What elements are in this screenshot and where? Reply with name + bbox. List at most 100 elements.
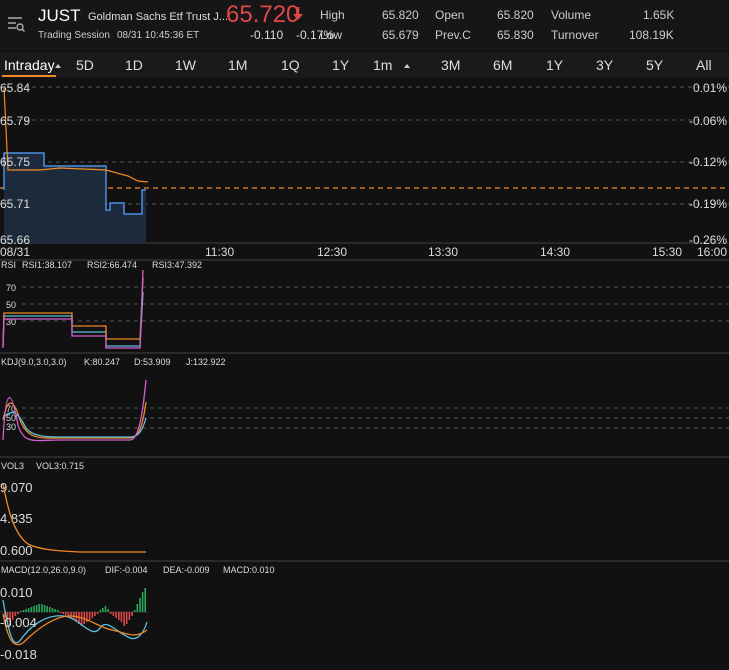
tab-5y[interactable]: 5Y <box>646 57 663 73</box>
menu-icon[interactable] <box>6 14 26 34</box>
time-label-3: 12:30 <box>317 245 347 259</box>
dropdown-triangle-icon-2[interactable] <box>404 64 410 68</box>
macd-bar <box>125 612 128 624</box>
kdj-level-30: 30 <box>6 422 16 432</box>
macd-bar <box>41 604 43 612</box>
session-label: Trading Session <box>38 30 110 41</box>
tab-all[interactable]: All <box>696 57 712 73</box>
period-tabs: Intraday 5D 1D 1W 1M 1Q 1Y 1m 3M 6M 1Y 3… <box>0 52 729 78</box>
rsi-grid <box>22 286 729 322</box>
stat-label-low: Low <box>320 28 343 42</box>
macd-title: MACD(12.0,26.0,9.0) <box>1 565 86 575</box>
macd-bar <box>112 612 115 616</box>
tab-3m[interactable]: 3M <box>441 57 460 73</box>
macd-bar <box>17 612 19 614</box>
tab-3y[interactable]: 3Y <box>596 57 613 73</box>
tab-1q[interactable]: 1Q <box>281 57 300 73</box>
time-label-4: 13:30 <box>428 245 458 259</box>
price-label-1: 65.84 <box>0 81 30 95</box>
rsi3-line <box>2 269 144 349</box>
vol-value: VOL3:0.715 <box>36 461 84 471</box>
stat-value-open: 65.820 <box>497 8 534 22</box>
price-label-4: 65.71 <box>0 197 30 211</box>
time-label-7: 16:00 <box>697 245 727 259</box>
stat-label-turnover: Turnover <box>551 28 599 42</box>
pct-label-1: 0.01% <box>693 81 727 95</box>
macd-bar <box>131 612 133 616</box>
kdj-grid <box>22 407 729 429</box>
macd-bar <box>62 612 64 614</box>
kdj-j-line <box>2 379 147 442</box>
kdj-title: KDJ(9.0,3.0,3.0) <box>1 357 67 367</box>
price-label-2: 65.79 <box>0 114 30 128</box>
pct-label-4: -0.19% <box>689 197 727 211</box>
macd-bar <box>64 612 67 615</box>
kdj-d-value: D:53.909 <box>134 357 171 367</box>
macd-bar <box>30 607 33 612</box>
tab-1min[interactable]: 1m <box>373 57 392 73</box>
down-arrow-icon <box>292 7 304 26</box>
vol-title: VOL3 <box>1 461 24 471</box>
chart-svg[interactable]: 65.84 65.79 65.75 65.71 65.66 0.01% -0.0… <box>0 78 729 665</box>
macd-bar <box>33 606 35 612</box>
dropdown-triangle-icon[interactable] <box>55 64 61 68</box>
stat-label-open: Open <box>435 8 465 22</box>
tab-1y[interactable]: 1Y <box>332 57 349 73</box>
macd-bar <box>49 607 51 612</box>
stat-value-low: 65.679 <box>382 28 419 42</box>
stat-label-volume: Volume <box>551 8 592 22</box>
tab-intraday[interactable]: Intraday <box>4 57 55 73</box>
macd-bar <box>91 612 94 618</box>
macd-dea-value: DEA:-0.009 <box>163 565 210 575</box>
chart-area[interactable]: 65.84 65.79 65.75 65.71 65.66 0.01% -0.0… <box>0 78 729 665</box>
macd-bar <box>38 604 40 612</box>
macd-bar <box>115 612 117 618</box>
macd-bar <box>46 606 48 612</box>
time-label-1: 08/31 <box>0 245 30 259</box>
time-label-2: 11:30 <box>205 245 234 259</box>
macd-dif-value: DIF:-0.004 <box>105 565 148 575</box>
macd-bar <box>120 612 123 622</box>
tab-5d[interactable]: 5D <box>76 57 94 73</box>
time-label-6: 15:30 <box>652 245 682 259</box>
rsi3-value: RSI3:47.392 <box>152 260 202 270</box>
tab-1d[interactable]: 1D <box>125 57 143 73</box>
tab-1w[interactable]: 1W <box>175 57 196 73</box>
stat-value-high: 65.820 <box>382 8 419 22</box>
macd-bar <box>96 612 99 614</box>
macd-level-mid: -0.004 <box>0 615 37 630</box>
macd-macd-value: MACD:0.010 <box>223 565 275 575</box>
rsi-title: RSI <box>1 260 16 270</box>
macd-bar <box>141 592 144 612</box>
rsi2-value: RSI2:66.474 <box>87 260 137 270</box>
rsi-level-70: 70 <box>6 283 16 293</box>
time-label-5: 14:30 <box>540 245 570 259</box>
stat-value-turnover: 108.19K <box>629 28 674 42</box>
tab-6m[interactable]: 6M <box>493 57 512 73</box>
macd-bar <box>144 588 146 612</box>
kdj-k-line <box>2 401 147 439</box>
macd-bar <box>133 610 136 612</box>
kdj-d-line <box>2 411 147 438</box>
macd-bar <box>51 608 54 612</box>
security-name: Goldman Sachs Etf Trust J... <box>88 11 228 23</box>
kdj-j-value: J:132.922 <box>186 357 226 367</box>
stat-value-volume: 1.65K <box>643 8 675 22</box>
macd-bar <box>57 610 59 612</box>
tab-1m[interactable]: 1M <box>228 57 247 73</box>
kdj-k-value: K:80.247 <box>84 357 120 367</box>
price-change: -0.110 <box>250 28 284 42</box>
ticker-symbol: JUST <box>38 6 81 25</box>
macd-bar <box>104 606 107 612</box>
macd-bar <box>25 609 27 612</box>
macd-bar <box>27 608 30 612</box>
macd-bar <box>43 605 46 612</box>
stat-label-high: High <box>320 8 345 22</box>
pct-label-2: -0.06% <box>689 114 727 128</box>
vol-level-low: 0.600 <box>0 543 33 558</box>
tab-1y-long[interactable]: 1Y <box>546 57 563 73</box>
macd-bar <box>110 612 112 614</box>
macd-bar <box>88 612 91 620</box>
vol-level-mid: 4.835 <box>0 511 33 526</box>
active-tab-underline <box>2 75 56 77</box>
